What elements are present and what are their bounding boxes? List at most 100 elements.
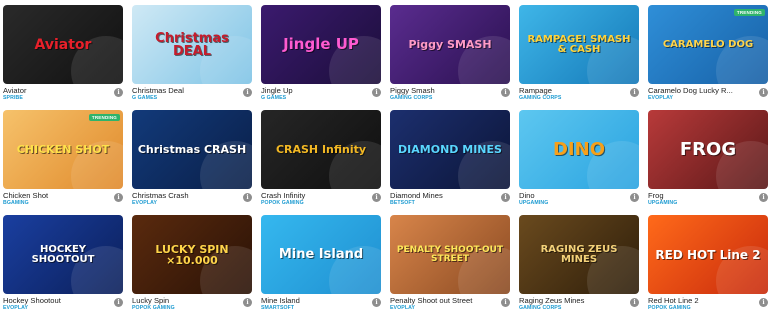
info-icon[interactable]: i [243,298,252,307]
game-title: Chicken Shot [3,191,49,200]
game-provider[interactable]: G GAMES [132,95,252,102]
info-icon[interactable]: i [501,298,510,307]
trending-badge: TRENDING [733,9,765,16]
game-title: Red Hot Line 2 [648,296,699,305]
info-icon[interactable]: i [501,88,510,97]
game-logo-text: Aviator [34,36,92,53]
game-card[interactable]: Aviator Aviator SPRIBE i [3,5,123,105]
game-provider[interactable]: G GAMES [261,95,381,102]
info-icon[interactable]: i [630,193,639,202]
game-logo-text: RAMPAGE! SMASH & CASH [527,33,631,55]
info-icon[interactable]: i [630,88,639,97]
game-meta: Dino UPGAMING i [519,189,639,209]
game-meta: Chicken Shot BGAMING i [3,189,123,209]
game-provider[interactable]: SPRIBE [3,95,123,102]
game-meta: Hockey Shootout EVOPLAY i [3,294,123,314]
game-logo-text: CHICKEN SHOT [16,143,110,156]
info-icon[interactable]: i [243,193,252,202]
game-meta: Christmas Deal G GAMES i [132,84,252,104]
game-card[interactable]: RED HOT Line 2 Red Hot Line 2 POPOK GAMING… [648,215,768,315]
game-title: Diamond Mines [390,191,443,200]
game-provider[interactable]: UPGAMING [648,200,768,207]
game-thumbnail[interactable]: LUCKY SPIN ×10.000 [132,215,252,294]
info-icon[interactable]: i [372,298,381,307]
game-meta: Diamond Mines BETSOFT i [390,189,510,209]
game-card[interactable]: DINO Dino UPGAMING i [519,110,639,210]
info-icon[interactable]: i [759,298,768,307]
info-icon[interactable]: i [114,88,123,97]
game-title: Crash Infinity [261,191,306,200]
game-card[interactable]: Christmas DEAL Christmas Deal G GAMES i [132,5,252,105]
game-title: Mine Island [261,296,300,305]
game-title: Lucky Spin [132,296,170,305]
game-card[interactable]: Mine Island Mine Island SMARTSOFT i [261,215,381,315]
game-thumbnail[interactable]: CARAMELO DOG TRENDING [648,5,768,84]
info-icon[interactable]: i [114,193,123,202]
game-thumbnail[interactable]: Aviator [3,5,123,84]
game-card[interactable]: RAMPAGE! SMASH & CASH Rampage GAMING CORPS… [519,5,639,105]
game-card[interactable]: CARAMELO DOG TRENDING Caramelo Dog Lucky R… [648,5,768,105]
game-meta: Jingle Up G GAMES i [261,84,381,104]
game-provider[interactable]: UPGAMING [519,200,639,207]
game-title: Christmas Deal [132,86,184,95]
game-logo-text: Christmas CRASH [137,143,247,156]
game-card[interactable]: Jingle UP Jingle Up G GAMES i [261,5,381,105]
game-thumbnail[interactable]: RAGING ZEUS MINES [519,215,639,294]
game-provider[interactable]: EVOPLAY [648,95,768,102]
game-thumbnail[interactable]: Christmas DEAL [132,5,252,84]
game-thumbnail[interactable]: CHICKEN SHOT TRENDING [3,110,123,189]
game-title: Jingle Up [261,86,293,95]
game-thumbnail[interactable]: RAMPAGE! SMASH & CASH [519,5,639,84]
game-thumbnail[interactable]: Christmas CRASH [132,110,252,189]
game-meta: Crash Infinity POPOK GAMING i [261,189,381,209]
game-provider[interactable]: BGAMING [3,200,123,207]
game-meta: Raging Zeus Mines GAMING CORPS i [519,294,639,314]
game-logo-text: LUCKY SPIN ×10.000 [155,242,229,267]
game-thumbnail[interactable]: RED HOT Line 2 [648,215,768,294]
game-thumbnail[interactable]: PENALTY SHOOT-OUT STREET [390,215,510,294]
game-meta: Christmas Crash EVOPLAY i [132,189,252,209]
game-card[interactable]: LUCKY SPIN ×10.000 Lucky Spin POPOK GAMING… [132,215,252,315]
game-card[interactable]: CRASH Infinity Crash Infinity POPOK GAMING… [261,110,381,210]
game-logo-text: CRASH Infinity [275,143,367,156]
game-thumbnail[interactable]: DINO [519,110,639,189]
game-title: Rampage [519,86,552,95]
game-thumbnail[interactable]: Piggy SMASH [390,5,510,84]
game-logo-text: HOCKEY SHOOTOUT [31,243,95,265]
info-icon[interactable]: i [759,193,768,202]
game-logo-text: DIAMOND MINES [398,143,502,156]
game-thumbnail[interactable]: CRASH Infinity [261,110,381,189]
game-provider[interactable]: POPOK GAMING [261,200,381,207]
game-meta: Piggy Smash GAMING CORPS i [390,84,510,104]
game-card[interactable]: DIAMOND MINES Diamond Mines BETSOFT i [390,110,510,210]
game-title: Penalty Shoot out Street [390,296,473,305]
info-icon[interactable]: i [501,193,510,202]
game-provider[interactable]: GAMING CORPS [519,95,639,102]
game-thumbnail[interactable]: FROG [648,110,768,189]
info-icon[interactable]: i [630,298,639,307]
game-logo-text: RAGING ZEUS MINES [540,243,618,265]
game-card[interactable]: PENALTY SHOOT-OUT STREET Penalty Shoot ou… [390,215,510,315]
game-thumbnail[interactable]: DIAMOND MINES [390,110,510,189]
game-provider[interactable]: EVOPLAY [132,200,252,207]
info-icon[interactable]: i [243,88,252,97]
info-icon[interactable]: i [372,193,381,202]
game-card[interactable]: RAGING ZEUS MINES Raging Zeus Mines GAMING… [519,215,639,315]
game-card[interactable]: FROG Frog UPGAMING i [648,110,768,210]
game-meta: Lucky Spin POPOK GAMING i [132,294,252,314]
game-card[interactable]: Christmas CRASH Christmas Crash EVOPLAY i [132,110,252,210]
game-thumbnail[interactable]: Mine Island [261,215,381,294]
game-title: Dino [519,191,535,200]
game-provider[interactable]: GAMING CORPS [390,95,510,102]
game-provider[interactable]: BETSOFT [390,200,510,207]
game-card[interactable]: CHICKEN SHOT TRENDING Chicken Shot BGAMING i [3,110,123,210]
info-icon[interactable]: i [372,88,381,97]
game-card[interactable]: HOCKEY SHOOTOUT Hockey Shootout EVOPLAY i [3,215,123,315]
game-title: Frog [648,191,664,200]
game-card[interactable]: Piggy SMASH Piggy Smash GAMING CORPS i [390,5,510,105]
info-icon[interactable]: i [759,88,768,97]
game-thumbnail[interactable]: Jingle UP [261,5,381,84]
info-icon[interactable]: i [114,298,123,307]
game-logo-text: DINO [552,138,605,160]
game-thumbnail[interactable]: HOCKEY SHOOTOUT [3,215,123,294]
